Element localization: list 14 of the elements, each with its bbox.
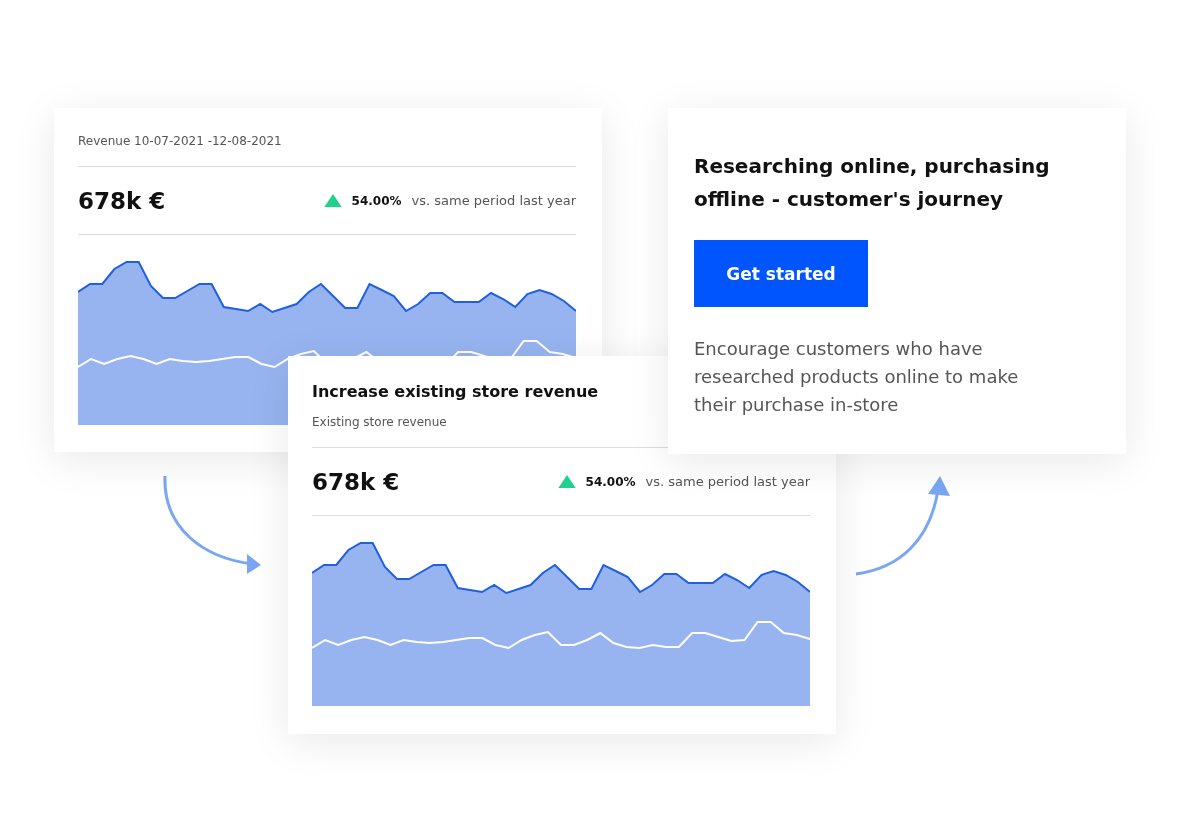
revenue-value: 678k € [312,468,400,495]
card-subtitle: Existing store revenue [312,415,447,429]
card-title: Increase existing store revenue [312,382,599,401]
up-triangle-icon [557,475,576,488]
change-percent: 54.00% [585,474,636,489]
description-text: Encourage customers who have researched products online to make their purchase in-store [694,337,1020,417]
comparison-label: vs. same period last year [645,474,810,489]
revenue-value: 678k € [78,187,166,214]
change-percent: 54.00% [351,193,402,208]
comparison-label: vs. same period last year [411,193,576,208]
period-label: Revenue 10-07-2021 -12-08-2021 [78,134,282,148]
card-heading: Researching online, purchasing offline - customer's journey [694,153,1051,213]
up-triangle-icon [323,194,342,207]
get-started-button[interactable]: Get started [694,240,868,307]
